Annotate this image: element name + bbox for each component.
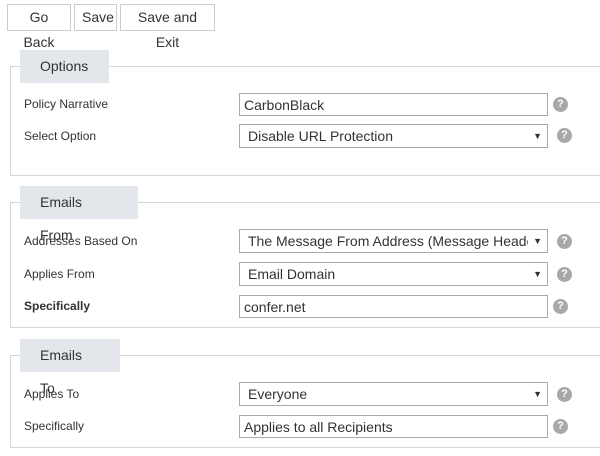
applies-to-label: Applies To — [24, 387, 80, 401]
from-specifically-input[interactable] — [239, 295, 548, 318]
toolbar: Go Back Save Save and Exit — [7, 4, 215, 50]
applies-to-help-icon[interactable]: ? — [557, 387, 572, 402]
from-specifically-help-icon[interactable]: ? — [553, 299, 568, 314]
select-option-help-icon[interactable]: ? — [557, 128, 572, 143]
applies-from-dropdown[interactable]: Email Domain ▼ — [239, 262, 548, 286]
save-and-exit-button[interactable]: Save and Exit — [120, 4, 215, 50]
chevron-down-icon: ▼ — [533, 269, 542, 279]
chevron-down-icon: ▼ — [533, 389, 542, 399]
applies-to-dropdown[interactable]: Everyone ▼ — [239, 382, 548, 406]
emails-to-section: Emails To Applies To Everyone ▼ ? Specif… — [10, 339, 600, 448]
addresses-based-on-help-icon[interactable]: ? — [557, 234, 572, 249]
chevron-down-icon: ▼ — [533, 236, 542, 246]
save-button[interactable]: Save — [74, 4, 117, 31]
addresses-based-on-label: Addresses Based On — [24, 234, 138, 248]
addresses-based-on-value: The Message From Address (Message Header — [248, 233, 528, 249]
addresses-based-on-dropdown[interactable]: The Message From Address (Message Header… — [239, 229, 548, 253]
emails-from-section: Emails From Addresses Based On The Messa… — [10, 186, 600, 328]
chevron-down-icon: ▼ — [533, 131, 542, 141]
from-specifically-label: Specifically — [24, 299, 91, 313]
select-option-value: Disable URL Protection — [248, 128, 393, 144]
policy-narrative-help-icon[interactable]: ? — [553, 97, 568, 112]
options-section-title: Options — [20, 50, 109, 83]
applies-from-value: Email Domain — [248, 266, 336, 282]
emails-from-section-title: Emails From — [20, 186, 138, 243]
select-option-dropdown[interactable]: Disable URL Protection ▼ — [239, 124, 548, 148]
emails-to-section-title: Emails To — [20, 339, 120, 396]
to-specifically-label: Specifically — [24, 419, 85, 433]
to-specifically-help-icon[interactable]: ? — [553, 419, 568, 434]
policy-narrative-label: Policy Narrative — [24, 97, 109, 111]
select-option-label: Select Option — [24, 129, 97, 143]
options-section: Options Policy Narrative ? Select Option… — [10, 50, 600, 176]
applies-to-value: Everyone — [248, 386, 308, 402]
go-back-button[interactable]: Go Back — [7, 4, 71, 50]
applies-from-help-icon[interactable]: ? — [557, 267, 572, 282]
to-specifically-input[interactable] — [239, 415, 548, 438]
applies-from-label: Applies From — [24, 267, 95, 281]
policy-narrative-input[interactable] — [239, 93, 548, 116]
